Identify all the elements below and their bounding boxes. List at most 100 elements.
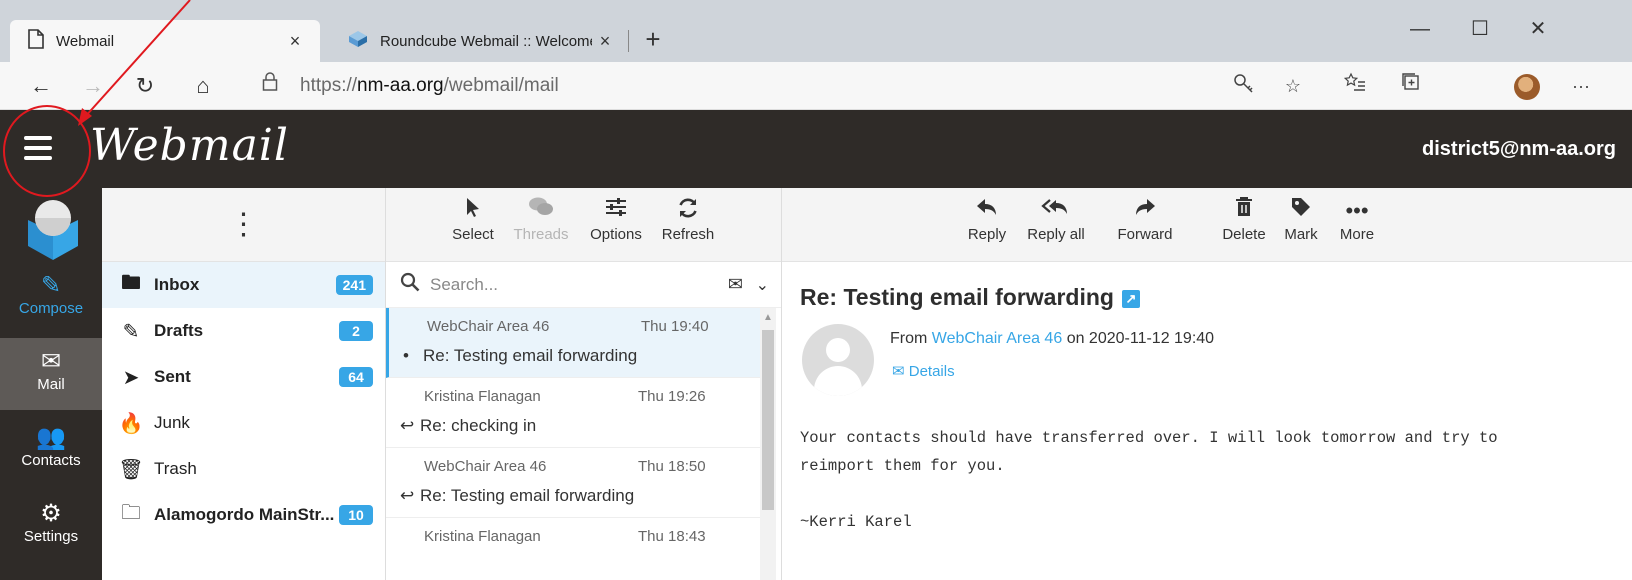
message-list-scrollbar[interactable]: ▲ — [760, 308, 776, 580]
message-from: Kristina Flanagan — [424, 388, 541, 405]
unread-count-badge: 10 — [339, 505, 373, 525]
options-label: Options — [590, 226, 642, 243]
reply-all-button[interactable]: Reply all — [1020, 196, 1092, 243]
message-row[interactable]: WebChair Area 46 Thu 19:40 • Re: Testing … — [386, 308, 760, 378]
url-host: nm-aa.org — [357, 75, 444, 96]
from-prefix: From — [890, 330, 928, 347]
refresh-label: Refresh — [661, 226, 715, 243]
favorite-star-icon[interactable]: ☆ — [1278, 72, 1308, 100]
lock-icon — [262, 72, 278, 100]
details-link[interactable]: ✉ Details — [892, 362, 955, 380]
message-subject: • Re: Testing email forwarding — [403, 346, 637, 366]
address-bar: ← → ↻ ⌂ https://nm-aa.org/webmail/mail ☆… — [0, 62, 1632, 110]
folder-alamogordo[interactable]: 🗀 Alamogordo MainStr... 10 — [102, 492, 385, 538]
gear-icon: ⚙ — [40, 500, 62, 527]
message-row[interactable]: WebChair Area 46 Thu 18:50 ↩ Re: Testing … — [386, 448, 760, 518]
profile-avatar[interactable] — [1514, 74, 1540, 100]
sender-link[interactable]: WebChair Area 46 — [932, 330, 1062, 347]
folder-drafts[interactable]: ✎ Drafts 2 — [102, 308, 385, 354]
tab-close-button[interactable]: × — [592, 31, 618, 52]
url-field[interactable]: https://nm-aa.org/webmail/mail — [300, 72, 559, 100]
nav-contacts[interactable]: 👥 Contacts — [0, 414, 102, 486]
message-date: Thu 18:43 — [638, 528, 706, 545]
folder-sent[interactable]: ➤ Sent 64 — [102, 354, 385, 400]
url-path: /webmail/mail — [443, 75, 559, 96]
roundcube-logo — [26, 196, 80, 267]
folder-trash[interactable]: 🗑 Trash — [102, 446, 385, 492]
nav-mail[interactable]: ✉ Mail — [0, 338, 102, 410]
screen: Webmail × Roundcube Webmail :: Welcome ×… — [0, 0, 1632, 580]
pencil-icon: ✎ — [122, 320, 140, 343]
details-label: Details — [908, 363, 955, 380]
nav-settings[interactable]: ⚙ Settings — [0, 490, 102, 562]
message-date: Thu 18:50 — [638, 458, 706, 475]
replied-icon: ↩ — [400, 416, 415, 435]
options-button[interactable]: Options — [584, 196, 648, 243]
threads-button[interactable]: Threads — [510, 196, 572, 243]
tab-roundcube[interactable]: Roundcube Webmail :: Welcome × — [330, 20, 630, 62]
email-subject-text: Re: Testing email forwarding — [800, 284, 1114, 310]
inbox-icon: 🖿 — [121, 272, 141, 294]
more-dots-icon: ••• — [1345, 198, 1369, 223]
threads-label: Threads — [513, 226, 569, 243]
scrollbar-thumb[interactable] — [762, 330, 774, 510]
close-window-button[interactable]: ✕ — [1518, 14, 1558, 44]
cursor-icon — [448, 196, 498, 226]
paper-plane-icon: ➤ — [122, 366, 140, 389]
refresh-list-button[interactable]: Refresh — [656, 196, 720, 243]
tab-close-button[interactable]: × — [282, 31, 308, 52]
reply-button[interactable]: Reply — [962, 196, 1012, 243]
unread-count-badge: 64 — [339, 367, 373, 387]
email-date: on 2020-11-12 19:40 — [1066, 330, 1215, 347]
open-in-new-window-icon[interactable]: ↗ — [1121, 289, 1140, 308]
reply-all-icon — [1020, 196, 1092, 226]
select-button[interactable]: Select — [448, 196, 498, 243]
minimize-button[interactable]: — — [1400, 14, 1440, 44]
folder-name: Trash — [154, 459, 197, 478]
message-row[interactable]: Kristina Flanagan Thu 18:43 — [386, 518, 760, 580]
roundcube-icon — [348, 30, 368, 52]
app-header: Webmail district5@nm-aa.org — [0, 110, 1632, 188]
new-tab-button[interactable]: + — [638, 24, 668, 54]
tab-title: Roundcube Webmail :: Welcome — [380, 32, 592, 50]
message-row[interactable]: Kristina Flanagan Thu 19:26 ↩ Re: checkin… — [386, 378, 760, 448]
folder-name: Drafts — [154, 321, 204, 340]
forward-button[interactable]: Forward — [1112, 196, 1178, 243]
left-nav: ✎ Compose ✉ Mail 👥 Contacts ⚙ Settings — [0, 188, 102, 580]
sliders-icon — [584, 196, 648, 226]
more-button[interactable]: ••• More — [1334, 196, 1380, 243]
scroll-up-icon[interactable]: ▲ — [763, 312, 773, 323]
message-subject: ↩ Re: Testing email forwarding — [400, 486, 634, 506]
mark-button[interactable]: Mark — [1278, 196, 1324, 243]
reply-all-label: Reply all — [1027, 226, 1085, 243]
message-subject-text: Re: Testing email forwarding — [423, 346, 638, 365]
search-placeholder: Search... — [430, 274, 499, 294]
comments-icon — [510, 196, 572, 226]
forward-label: Forward — [1117, 226, 1173, 243]
reading-pane: Reply Reply all Forward Delete Mark ••• … — [782, 188, 1632, 580]
nav-compose[interactable]: ✎ Compose — [0, 262, 102, 334]
folder-name: Junk — [154, 413, 190, 432]
folder-inbox[interactable]: 🖿 Inbox 241 — [102, 262, 385, 308]
envelope-icon: ✉ — [40, 348, 62, 375]
search-input[interactable]: Search... ✉ ⌄ — [386, 262, 781, 308]
more-menu-button[interactable]: ··· — [1566, 72, 1596, 100]
delete-button[interactable]: Delete — [1218, 196, 1270, 243]
chevron-down-icon[interactable]: ⌄ — [756, 275, 769, 295]
reply-icon — [962, 196, 1012, 226]
folder-junk[interactable]: 🔥 Junk — [102, 400, 385, 446]
collections-icon[interactable] — [1396, 72, 1426, 100]
envelope-icon[interactable]: ✉ — [728, 274, 743, 295]
favorites-list-icon[interactable] — [1340, 72, 1370, 100]
folder-menu-button[interactable]: ⋮ — [102, 188, 385, 262]
reply-label: Reply — [967, 226, 1007, 243]
folder-panel: ⋮ 🖿 Inbox 241 ✎ Drafts 2 ➤ Sent 64 🔥 Jun… — [102, 188, 386, 580]
select-label: Select — [452, 226, 494, 243]
email-subject: Re: Testing email forwarding ↗ — [800, 284, 1140, 311]
message-subject: ↩ Re: checking in — [400, 416, 536, 436]
nav-contacts-label: Contacts — [21, 452, 81, 469]
account-email[interactable]: district5@nm-aa.org — [1422, 138, 1616, 161]
maximize-button[interactable]: ☐ — [1460, 14, 1500, 44]
email-body: Your contacts should have transferred ov… — [800, 429, 1498, 531]
key-icon[interactable] — [1228, 72, 1258, 100]
